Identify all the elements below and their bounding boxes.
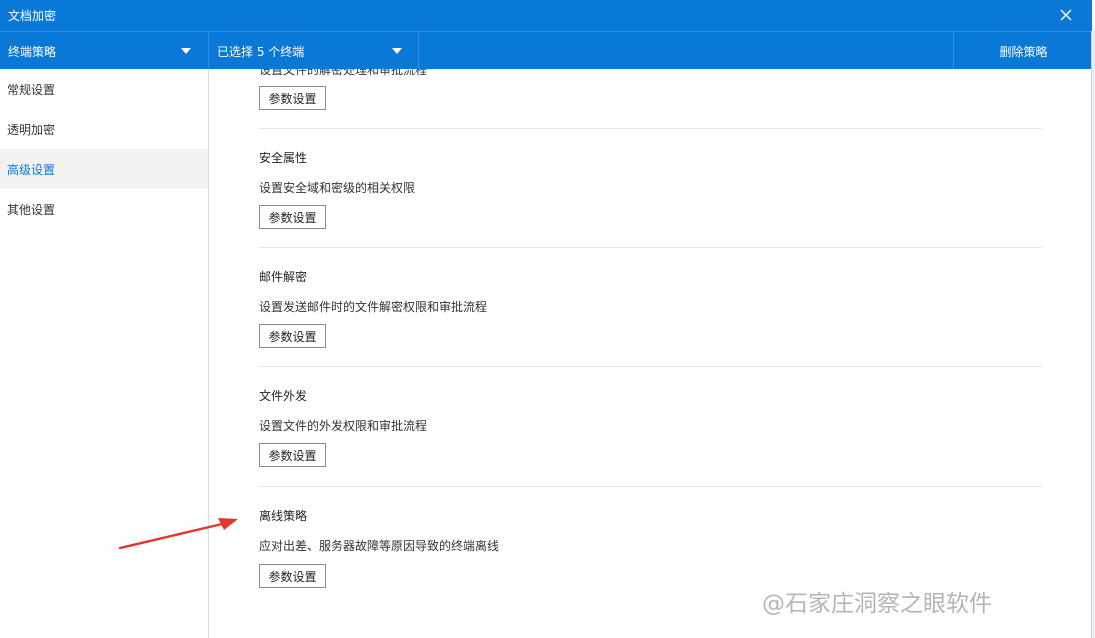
- window-titlebar: 文档加密: [0, 0, 1092, 31]
- chevron-down-icon: [181, 48, 191, 54]
- section-title: 安全属性: [259, 151, 308, 165]
- sidebar-item-advanced[interactable]: 高级设置: [0, 149, 208, 189]
- close-icon[interactable]: [1056, 5, 1076, 25]
- chevron-down-icon: [392, 48, 402, 54]
- section-title: 文件外发: [259, 389, 308, 403]
- param-settings-button[interactable]: 参数设置: [259, 86, 326, 110]
- sidebar-item-other[interactable]: 其他设置: [0, 189, 208, 229]
- section-description: 设置文件的外发权限和审批流程: [259, 419, 428, 433]
- section-description: 设置文件的解密处理和审批流程: [259, 69, 428, 77]
- section-description: 应对出差、服务器故障等原因导致的终端离线: [259, 539, 500, 553]
- section-divider: [259, 486, 1042, 487]
- section-description: 设置安全域和密级的相关权限: [259, 181, 416, 195]
- sidebar-item-label: 高级设置: [7, 163, 56, 177]
- window-title: 文档加密: [8, 9, 57, 23]
- param-settings-button[interactable]: 参数设置: [259, 205, 326, 229]
- section-divider: [259, 366, 1042, 367]
- settings-sidebar: 常规设置 透明加密 高级设置 其他设置: [0, 69, 209, 638]
- section-divider: [259, 247, 1042, 248]
- settings-content[interactable]: 设置文件的解密处理和审批流程 参数设置 安全属性 设置安全域和密级的相关权限 参…: [209, 69, 1092, 638]
- sidebar-item-transparent-encryption[interactable]: 透明加密: [0, 109, 208, 149]
- param-settings-button[interactable]: 参数设置: [259, 564, 326, 588]
- section-description: 设置发送邮件时的文件解密权限和审批流程: [259, 300, 488, 314]
- section-title: 离线策略: [259, 509, 308, 523]
- policy-type-dropdown[interactable]: 终端策略: [0, 32, 209, 69]
- param-settings-button[interactable]: 参数设置: [259, 443, 326, 467]
- watermark: @石家庄洞察之眼软件: [762, 591, 992, 617]
- sidebar-item-label: 常规设置: [7, 83, 56, 97]
- sidebar-item-label: 透明加密: [7, 123, 56, 137]
- section-title: 邮件解密: [259, 270, 308, 284]
- delete-policy-label: 删除策略: [999, 45, 1048, 59]
- terminal-select-label: 已选择 5 个终端: [217, 45, 305, 59]
- terminal-select-dropdown[interactable]: 已选择 5 个终端: [209, 32, 419, 69]
- annotation-arrow-icon: [118, 518, 238, 550]
- policy-toolbar: 终端策略 已选择 5 个终端 删除策略: [0, 31, 1092, 69]
- sidebar-item-label: 其他设置: [7, 203, 56, 217]
- policy-type-label: 终端策略: [8, 45, 57, 59]
- param-settings-button[interactable]: 参数设置: [259, 324, 326, 348]
- delete-policy-button[interactable]: 删除策略: [953, 32, 1092, 69]
- sidebar-item-general[interactable]: 常规设置: [0, 69, 208, 109]
- section-divider: [259, 128, 1042, 129]
- window-edge: [1091, 31, 1095, 638]
